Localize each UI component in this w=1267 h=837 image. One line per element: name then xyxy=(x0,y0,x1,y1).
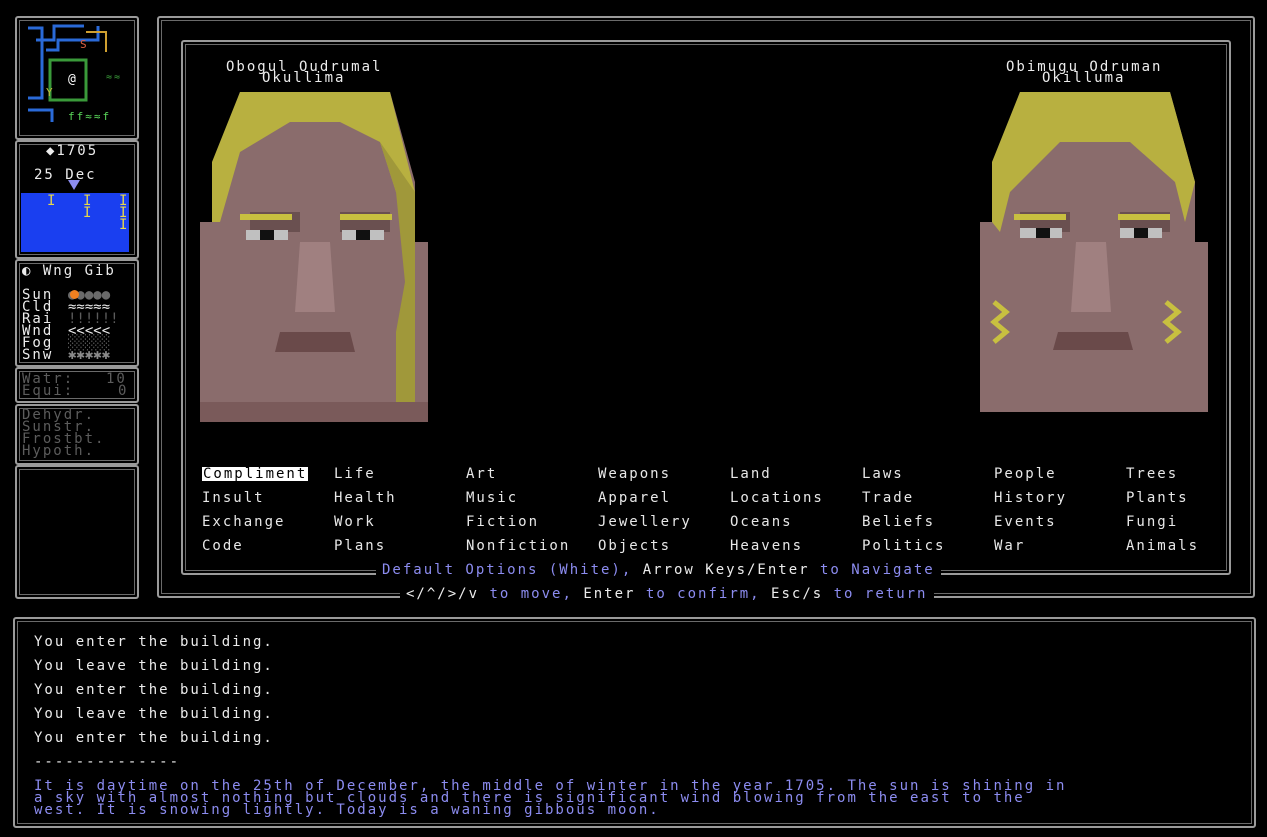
weather-snow-value: ✱✱✱✱✱ xyxy=(68,347,111,363)
menu-animals[interactable]: Animals xyxy=(1126,539,1199,553)
equip-value: 0 xyxy=(118,383,129,399)
weather-snow-label: Snw xyxy=(22,347,54,363)
npc-portrait xyxy=(980,92,1208,412)
menu-beliefs[interactable]: Beliefs xyxy=(862,515,935,529)
menu-health[interactable]: Health xyxy=(334,491,397,505)
menu-plants[interactable]: Plants xyxy=(1126,491,1189,505)
menu-work[interactable]: Work xyxy=(334,515,376,529)
player-portrait xyxy=(200,92,428,422)
log-line: You enter the building. xyxy=(34,634,274,650)
menu-objects[interactable]: Objects xyxy=(598,539,671,553)
menu-land[interactable]: Land xyxy=(730,467,772,481)
menu-trade[interactable]: Trade xyxy=(862,491,914,505)
svg-text:@: @ xyxy=(68,72,78,87)
menu-exchange[interactable]: Exchange xyxy=(202,515,285,529)
log-separator: -------------- xyxy=(34,754,181,770)
menu-compliment[interactable]: Compliment xyxy=(202,467,309,481)
log-line: You enter the building. xyxy=(34,682,274,698)
sky-bar: I I I I I I xyxy=(21,193,129,252)
svg-text:S: S xyxy=(80,38,89,51)
menu-trees[interactable]: Trees xyxy=(1126,467,1178,481)
menu-insult[interactable]: Insult xyxy=(202,491,265,505)
menu-war[interactable]: War xyxy=(994,539,1025,553)
menu-heavens[interactable]: Heavens xyxy=(730,539,803,553)
menu-locations[interactable]: Locations xyxy=(730,491,824,505)
menu-politics[interactable]: Politics xyxy=(862,539,945,553)
log-line: You leave the building. xyxy=(34,658,274,674)
log-line: You leave the building. xyxy=(34,706,274,722)
menu-people[interactable]: People xyxy=(994,467,1057,481)
menu-fiction[interactable]: Fiction xyxy=(466,515,539,529)
log-line: You enter the building. xyxy=(34,730,274,746)
menu-oceans[interactable]: Oceans xyxy=(730,515,793,529)
empty-panel xyxy=(15,465,139,599)
moon-phase: ◐ Wng Gib xyxy=(22,263,116,279)
time-pointer-icon xyxy=(68,180,80,190)
menu-laws[interactable]: Laws xyxy=(862,467,904,481)
svg-text:Y: Y xyxy=(46,86,55,99)
condition-hypothermia: Hypoth. xyxy=(22,443,96,459)
menu-fungi[interactable]: Fungi xyxy=(1126,515,1178,529)
menu-art[interactable]: Art xyxy=(466,467,497,481)
menu-jewellery[interactable]: Jewellery xyxy=(598,515,692,529)
controls-hint: </^/>/v to move, Enter to confirm, Esc/s… xyxy=(400,587,934,601)
svg-text:≈≈: ≈≈ xyxy=(106,72,122,83)
menu-history[interactable]: History xyxy=(994,491,1067,505)
date-label: 25 Dec xyxy=(34,167,97,183)
menu-apparel[interactable]: Apparel xyxy=(598,491,671,505)
menu-events[interactable]: Events xyxy=(994,515,1057,529)
menu-plans[interactable]: Plans xyxy=(334,539,386,553)
log-description-line: west. It is snowing lightly. Today is a … xyxy=(34,802,660,818)
equip-label: Equi: xyxy=(22,383,75,399)
menu-weapons[interactable]: Weapons xyxy=(598,467,671,481)
menu-nonfiction[interactable]: Nonfiction xyxy=(466,539,570,553)
svg-text:ff≈≈f: ff≈≈f xyxy=(68,110,111,123)
menu-code[interactable]: Code xyxy=(202,539,244,553)
year-label: ◆1705 xyxy=(46,143,99,159)
menu-life[interactable]: Life xyxy=(334,467,376,481)
navigation-hint: Default Options (White), Arrow Keys/Ente… xyxy=(376,563,941,577)
minimap: @ S ff≈≈f Y ≈≈ xyxy=(28,24,122,123)
sun-icon xyxy=(70,290,79,299)
menu-music[interactable]: Music xyxy=(466,491,518,505)
